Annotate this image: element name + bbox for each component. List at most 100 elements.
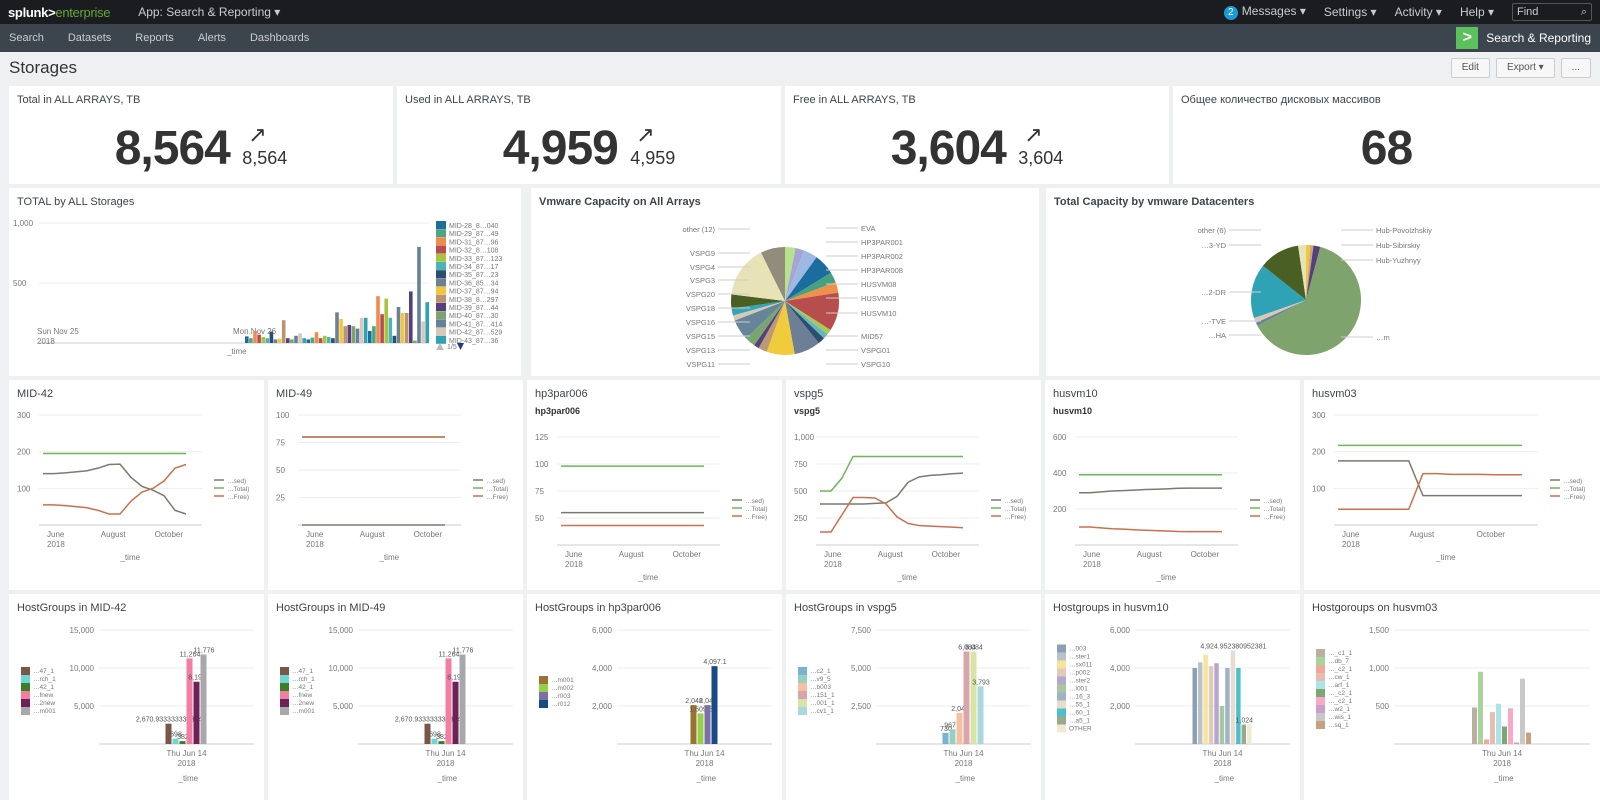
series-line	[43, 463, 187, 515]
legend-label: …cv1_1	[810, 708, 834, 715]
legend-swatch	[436, 286, 446, 295]
legend-label: …Total)	[227, 486, 249, 493]
bar	[392, 335, 397, 343]
x-tick-label: Thu Jun 14 2018	[425, 749, 466, 768]
legend-label: …sed)	[486, 478, 505, 485]
more-button[interactable]: ...	[1560, 58, 1591, 78]
bar	[425, 302, 429, 343]
single-value: 68	[1360, 122, 1413, 175]
bar	[322, 335, 327, 343]
series-line	[1079, 526, 1222, 533]
y-tick-label: 300	[17, 411, 31, 420]
settings-menu[interactable]: Settings ▾	[1324, 5, 1377, 19]
bar	[298, 333, 302, 343]
messages-menu[interactable]: 2 Messages ▾	[1223, 4, 1306, 20]
y-tick-label: 2,000	[592, 702, 613, 711]
single-value-free: Free in ALL ARRAYS, TB 3,604 ↗ 3,604	[785, 86, 1169, 184]
nav-reports[interactable]: Reports	[135, 32, 174, 44]
bar	[306, 339, 311, 343]
slice-label: VSPG4	[690, 263, 715, 272]
bar	[269, 331, 274, 343]
x-tick-label: June 2018	[1083, 550, 1101, 569]
legend-swatch	[1057, 668, 1066, 677]
panel-hg-hp3par006: HostGroups in hp3par006 2,000 4,000 6,000 2,…	[527, 594, 782, 800]
y-tick-label: 50	[535, 514, 544, 523]
series-line	[43, 463, 187, 515]
y-tick-label: 600	[1053, 433, 1067, 442]
legend-swatch	[539, 700, 548, 708]
splunk-logo[interactable]: splunk>enterprise	[8, 5, 111, 20]
activity-menu[interactable]: Activity ▾	[1395, 5, 1442, 19]
legend-swatch	[1057, 700, 1066, 709]
y-tick-label: 500	[1376, 702, 1390, 711]
messages-badge: 2	[1223, 6, 1238, 20]
bar	[347, 325, 352, 343]
export-button[interactable]: Export ▾	[1495, 58, 1555, 78]
legend-swatch	[280, 683, 289, 691]
legend-swatch	[798, 699, 807, 707]
series-line	[1079, 487, 1222, 494]
legend-label: …sed)	[227, 478, 246, 485]
legend-label: …arf_1	[1328, 682, 1350, 689]
bar	[1502, 726, 1507, 744]
nav-datasets[interactable]: Datasets	[68, 32, 111, 44]
legend-label: …42_1	[292, 684, 313, 691]
legend-label: …003	[1069, 646, 1087, 653]
y-tick-label: 10,000	[329, 664, 354, 673]
x-tick-label: October	[414, 530, 443, 539]
legend-label: MID-33_87…123	[449, 256, 502, 263]
bar	[368, 331, 372, 343]
data-label: 4,097.1	[703, 659, 726, 666]
slice-label: VSPG9	[690, 249, 715, 258]
legend-label: …m002	[551, 685, 574, 692]
legend-label: …151_1	[810, 692, 835, 699]
chart-subtitle: vspg5	[794, 406, 820, 416]
x-axis-label: _time	[437, 774, 458, 783]
chart-hp3par006: hp3par006 50 75 100 125 June 2018 August October…	[535, 406, 767, 582]
legend-swatch	[798, 667, 807, 675]
find-input[interactable]: Find ⌕	[1512, 3, 1592, 21]
chart-hg-hp3par006: 2,0004,0006,0002,0481,609.82,0484,097.1T…	[539, 626, 772, 783]
y-tick-label: 1,000	[794, 433, 815, 442]
panel-hg-husvm10: Hostgroups in husvm10 2,000 4,000 6,000 4,92…	[1045, 594, 1300, 800]
app-menu[interactable]: App: Search & Reporting ▾	[138, 5, 280, 19]
bar	[1219, 706, 1225, 744]
panel-hg-mid-42: HostGroups in MID-42 5,000 10,000 15,000 2,6…	[9, 594, 264, 800]
nav-dashboards[interactable]: Dashboards	[250, 32, 309, 44]
help-menu[interactable]: Help ▾	[1460, 5, 1494, 19]
legend-label: …ster1	[1069, 654, 1090, 661]
legend-label: …p002	[1069, 670, 1090, 677]
x-tick-label: August	[360, 530, 386, 539]
x-tick-label: October	[155, 530, 184, 539]
legend-label: MID-39_87…44	[449, 305, 499, 312]
x-tick-label: October	[932, 550, 961, 559]
slice-label: other (12)	[682, 225, 715, 234]
single-value: 4,959	[502, 122, 619, 175]
slice-label: VSPG18	[686, 304, 715, 313]
bar	[245, 336, 249, 343]
legend-swatch	[21, 683, 30, 691]
nav-search[interactable]: Search	[9, 32, 44, 44]
bar	[404, 313, 409, 343]
bar	[376, 296, 380, 343]
bar	[977, 686, 984, 744]
nav-alerts[interactable]: Alerts	[198, 32, 226, 44]
edit-button[interactable]: Edit	[1450, 58, 1490, 78]
trend-up-icon: ↗	[636, 122, 655, 147]
bar	[1203, 654, 1208, 744]
legend-swatch	[1316, 697, 1325, 705]
legend-label: MID-42_87…529	[449, 330, 502, 337]
bar	[1225, 668, 1230, 744]
search-icon: ⌕	[1580, 6, 1587, 18]
panel-title: Общее количество дисковых массивов	[1181, 94, 1381, 106]
legend-swatch	[280, 691, 289, 699]
x-tick-label: October	[1191, 550, 1220, 559]
legend-label: …001_1	[810, 700, 835, 707]
legend-swatch	[1057, 660, 1066, 669]
single-value: 8,564	[114, 122, 231, 175]
legend-swatch	[436, 335, 446, 344]
slice-label: …m	[1376, 333, 1390, 342]
legend-label: …b003	[810, 684, 831, 691]
bar	[179, 741, 186, 744]
app-title[interactable]: > Search & Reporting	[1456, 27, 1591, 49]
